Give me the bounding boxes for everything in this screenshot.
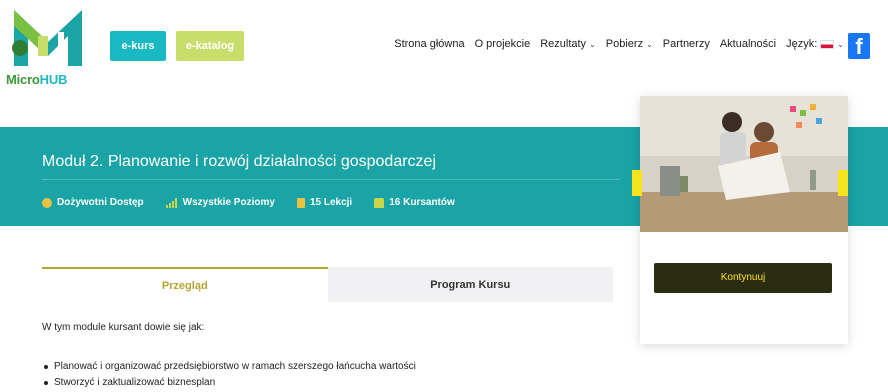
highlight-mark-right — [838, 170, 848, 196]
e-katalog-button[interactable]: e-katalog — [176, 31, 244, 61]
clock-icon — [42, 197, 52, 208]
meta-levels: Wszystkie Poziomy — [165, 197, 275, 208]
course-meta: Dożywotni Dostęp Wszystkie Poziomy 15 Le… — [42, 197, 477, 208]
highlight-mark-left — [632, 170, 642, 196]
nav-home-label: Strona główna — [394, 38, 465, 50]
logo-text-hub: HUB — [39, 72, 68, 87]
meta-lessons-label: 15 Lekcji — [309, 197, 353, 208]
microhub-logo[interactable]: MicroHUB — [6, 6, 98, 90]
meta-levels-label: Wszystkie Poziomy — [182, 197, 275, 208]
facebook-icon[interactable]: f — [848, 33, 870, 59]
logo-text: MicroHUB — [6, 72, 67, 87]
nav-home[interactable]: Strona główna — [394, 38, 464, 50]
nav-results-label: Rezultaty — [540, 38, 587, 50]
main-nav: Strona główna O projekcie Rezultaty ⌄ Pob… — [384, 38, 844, 50]
course-photo — [640, 96, 848, 232]
nav-partners[interactable]: Partnerzy — [663, 38, 710, 50]
list-item: Stworzyć i zaktualizować biznesplan — [42, 376, 416, 392]
course-title: Moduł 2. Planowanie i rozwój działalnośc… — [42, 153, 436, 170]
nav-news[interactable]: Aktualności — [720, 38, 776, 50]
students-icon — [374, 197, 385, 208]
course-tabs: Przegląd Program Kursu — [42, 267, 613, 302]
banner-divider — [42, 179, 620, 180]
continue-button[interactable]: Kontynuuj — [654, 263, 832, 293]
list-item: Planować i organizować przedsiębiorstwo … — [42, 360, 416, 376]
chevron-down-icon: ⌄ — [837, 39, 844, 49]
nav-news-label: Aktualności — [719, 38, 777, 50]
e-kurs-button[interactable]: e-kurs — [110, 31, 166, 61]
nav-download[interactable]: Pobierz ⌄ — [606, 38, 653, 50]
course-intro: W tym module kursant dowie się jak: — [42, 322, 205, 333]
nav-results[interactable]: Rezultaty ⌄ — [540, 38, 596, 50]
chevron-down-icon: ⌄ — [589, 39, 596, 49]
meta-lessons: 15 Lekcji — [296, 197, 353, 208]
nav-language[interactable]: Język: ⌄ — [786, 38, 844, 50]
logo-text-micro: Micro — [6, 72, 40, 87]
nav-language-label: Język: — [786, 38, 818, 50]
meta-students-label: 16 Kursantów — [389, 197, 455, 208]
course-card: Kontynuuj — [640, 96, 848, 344]
meta-access: Dożywotni Dostęp — [42, 197, 144, 208]
nav-about[interactable]: O projekcie — [475, 38, 531, 50]
logo-mark-icon — [12, 10, 82, 66]
meta-students: 16 Kursantów — [374, 197, 455, 208]
nav-partners-label: Partnerzy — [662, 38, 710, 50]
polish-flag-icon — [820, 39, 835, 49]
learning-outcomes-list: Planować i organizować przedsiębiorstwo … — [42, 360, 416, 392]
tab-overview[interactable]: Przegląd — [42, 267, 328, 302]
level-bars-icon — [165, 197, 178, 208]
nav-download-label: Pobierz — [605, 38, 644, 50]
nav-about-label: O projekcie — [474, 38, 531, 50]
meta-access-label: Dożywotni Dostęp — [57, 197, 144, 208]
book-icon — [296, 197, 305, 208]
chevron-down-icon: ⌄ — [646, 39, 653, 49]
tab-program[interactable]: Program Kursu — [327, 267, 613, 302]
